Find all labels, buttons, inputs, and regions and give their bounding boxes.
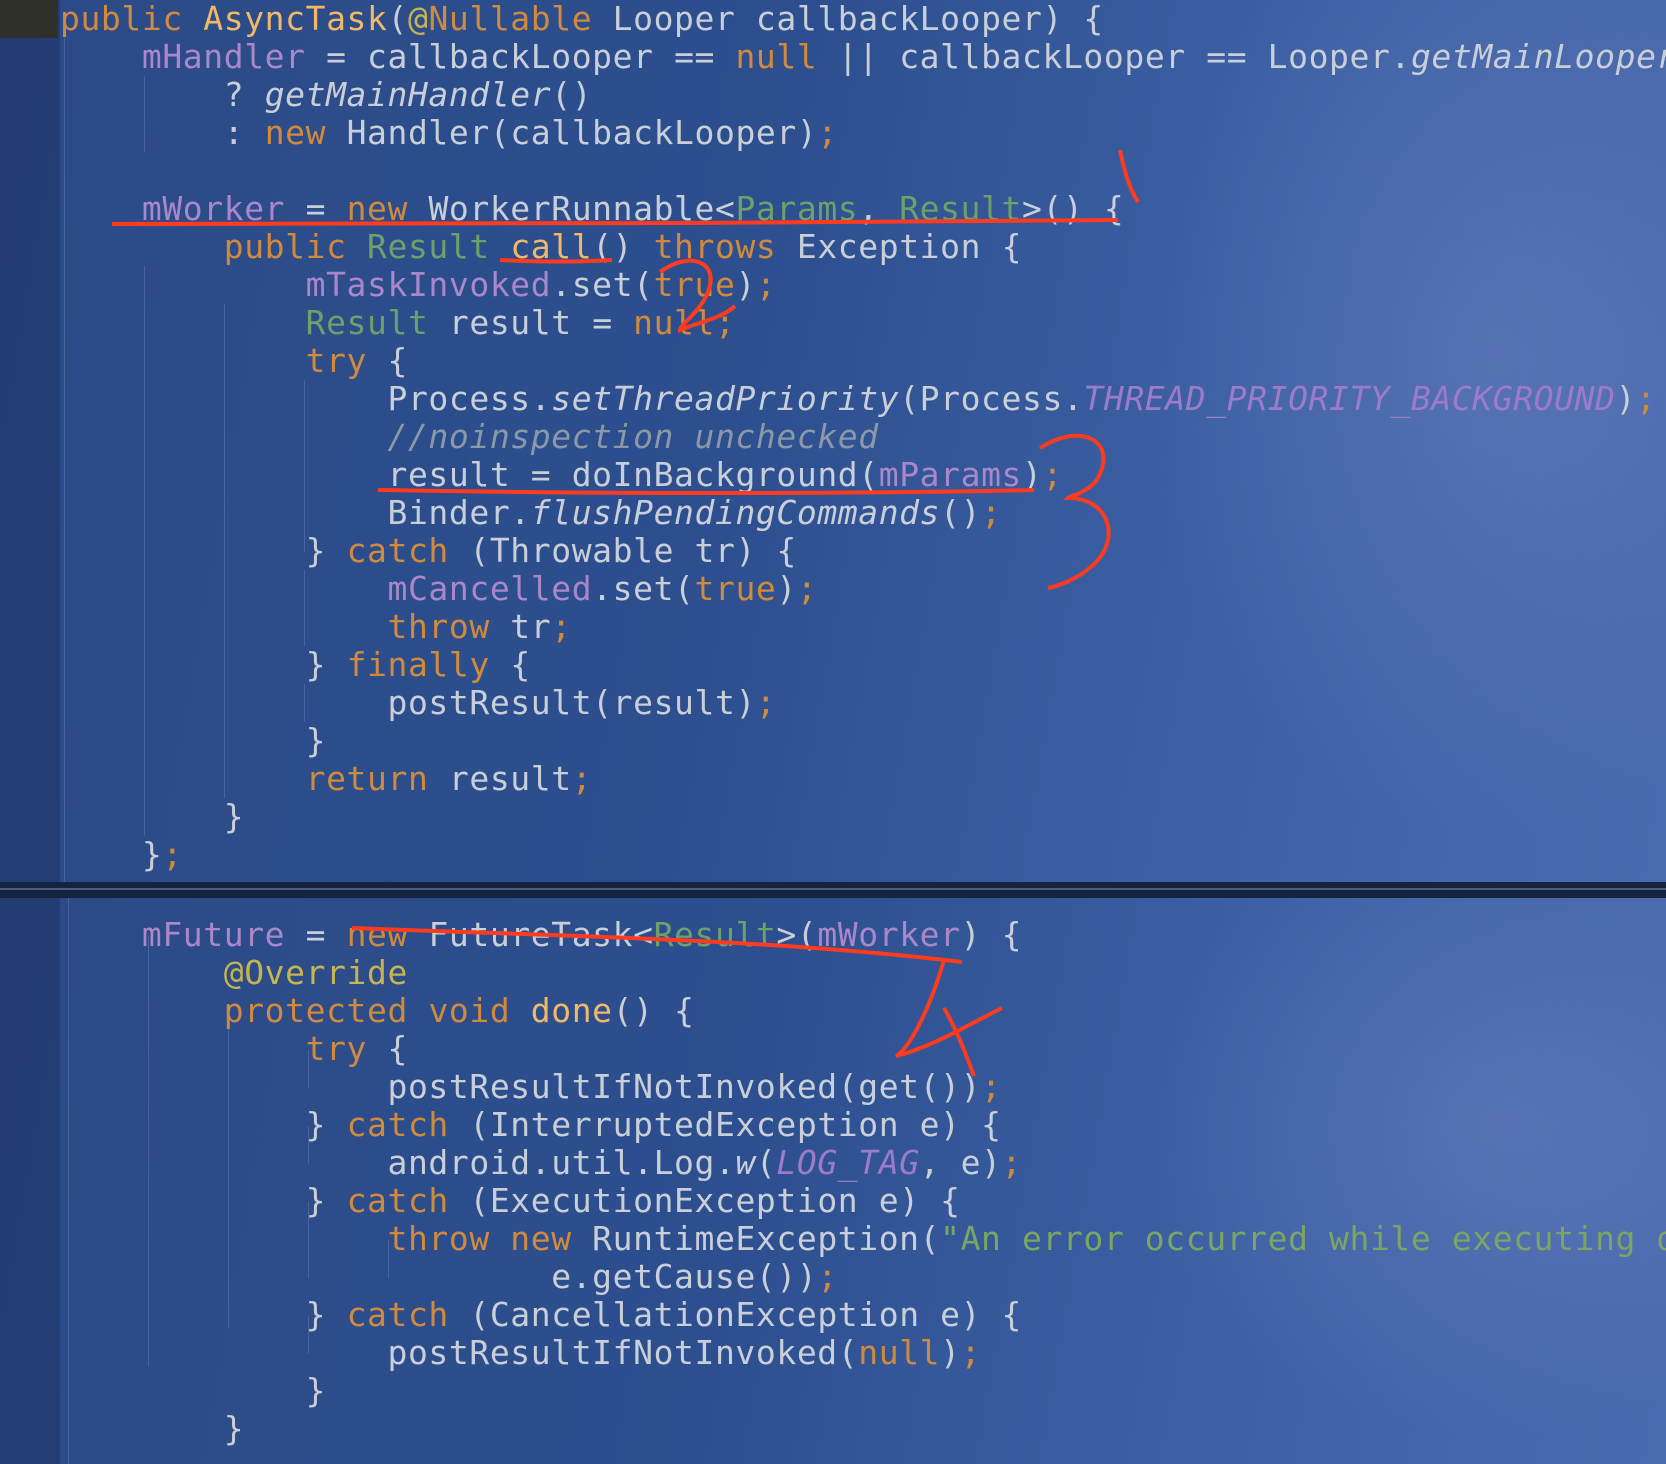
code-line[interactable]: protected void done() { <box>60 992 695 1030</box>
gutter-corner <box>0 0 58 38</box>
code-line[interactable]: } <box>60 722 326 760</box>
keyword: public <box>60 0 204 38</box>
code-line[interactable]: public AsyncTask(@Nullable Looper callba… <box>60 0 1104 38</box>
code-line[interactable]: Binder.flushPendingCommands(); <box>60 494 1002 532</box>
annotation-numeral-4b <box>942 1006 976 1077</box>
background-photo <box>1106 898 1666 1464</box>
code-line[interactable]: : new Handler(callbackLooper); <box>60 114 838 152</box>
code-line[interactable]: }; <box>60 836 183 874</box>
panel-divider <box>0 882 1666 898</box>
code-line[interactable]: } catch (CancellationException e) { <box>60 1296 1022 1334</box>
code-line[interactable]: postResultIfNotInvoked(null); <box>60 1334 981 1372</box>
code-line[interactable]: mTaskInvoked.set(true); <box>60 266 776 304</box>
code-line[interactable]: e.getCause()); <box>60 1258 838 1296</box>
code-line[interactable]: throw tr; <box>60 608 572 646</box>
code-line[interactable]: } finally { <box>60 646 531 684</box>
code-editor-bottom-panel: mFuture = new FutureTask<Result>(mWorker… <box>0 898 1666 1464</box>
code-line[interactable]: Process.setThreadPriority(Process.THREAD… <box>60 380 1657 418</box>
code-line[interactable]: } catch (ExecutionException e) { <box>60 1182 961 1220</box>
code-line[interactable]: postResult(result); <box>60 684 776 722</box>
code-line[interactable]: mCancelled.set(true); <box>60 570 817 608</box>
code-line[interactable]: Result result = null; <box>60 304 735 342</box>
code-editor-top-panel: public AsyncTask(@Nullable Looper callba… <box>0 0 1666 882</box>
code-line[interactable]: } <box>60 1410 244 1448</box>
constructor-name: AsyncTask <box>203 0 388 38</box>
code-line[interactable]: android.util.Log.w(LOG_TAG, e); <box>60 1144 1022 1182</box>
code-line[interactable]: result = doInBackground(mParams); <box>60 456 1063 494</box>
editor-gutter <box>0 898 60 1464</box>
code-line[interactable]: mFuture = new FutureTask<Result>(mWorker… <box>60 916 1022 954</box>
code-line[interactable]: mHandler = callbackLooper == null || cal… <box>60 38 1666 76</box>
code-line[interactable]: throw new RuntimeException("An error occ… <box>60 1220 1666 1258</box>
code-line[interactable]: mWorker = new WorkerRunnable<Params, Res… <box>60 190 1124 228</box>
panel-divider-line <box>0 888 1666 890</box>
annotation-numeral-4a <box>894 959 1003 1058</box>
code-line[interactable]: } catch (InterruptedException e) { <box>60 1106 1002 1144</box>
code-line[interactable]: //noinspection unchecked <box>60 418 879 456</box>
code-line[interactable]: } <box>60 1372 326 1410</box>
editor-gutter <box>0 0 60 882</box>
code-line[interactable]: } <box>60 798 244 836</box>
code-line[interactable]: postResultIfNotInvoked(get()); <box>60 1068 1002 1106</box>
code-line[interactable]: try { <box>60 1030 408 1068</box>
code-line[interactable]: @Override <box>60 954 408 992</box>
code-line[interactable]: ? getMainHandler() <box>60 76 592 114</box>
code-line[interactable]: try { <box>60 342 408 380</box>
code-line[interactable]: } catch (Throwable tr) { <box>60 532 797 570</box>
annotation: @ <box>407 0 429 38</box>
code-line[interactable]: return result; <box>60 760 592 798</box>
background-photo <box>1106 0 1666 882</box>
code-line[interactable]: public Result call() throws Exception { <box>60 228 1022 266</box>
